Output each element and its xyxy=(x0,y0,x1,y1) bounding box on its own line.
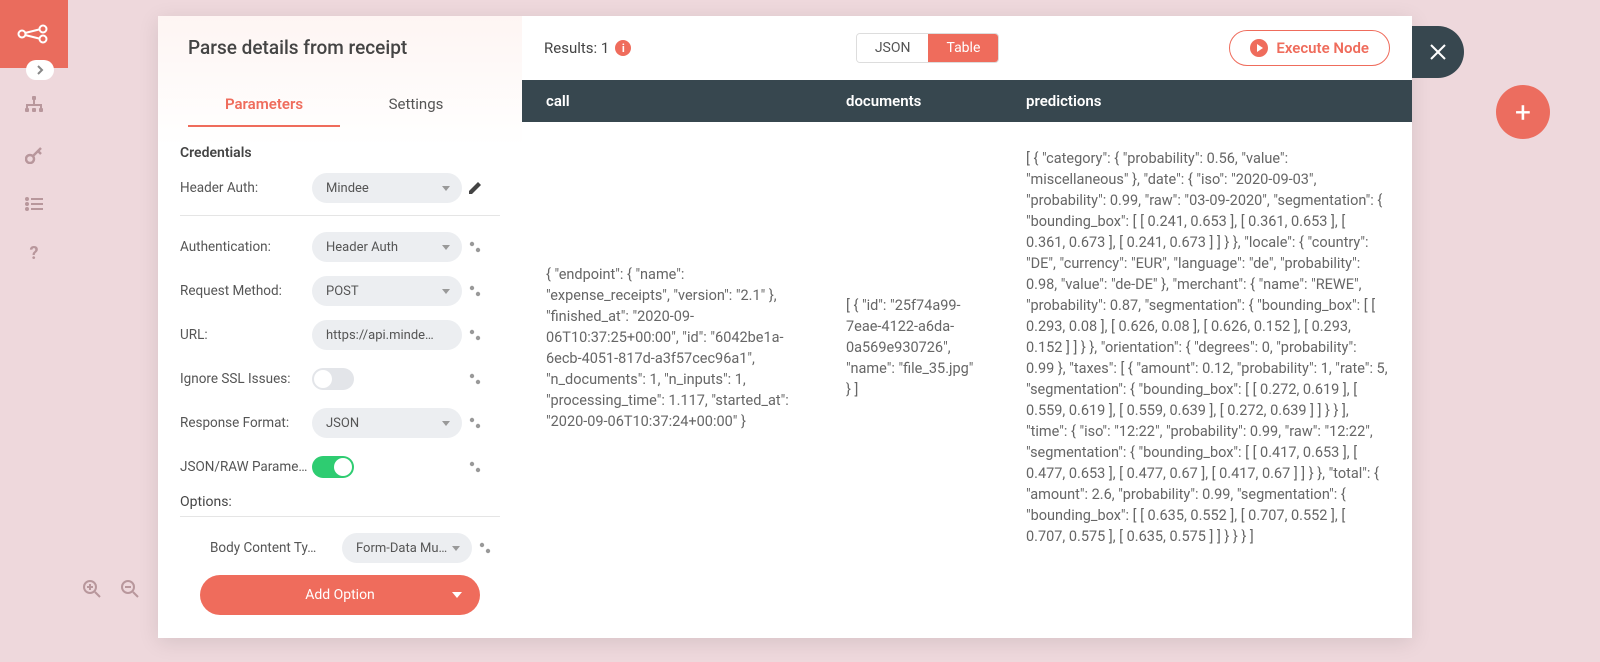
results-panel: Results: 1 i JSON Table Execute Node cal… xyxy=(522,16,1412,638)
authentication-label: Authentication: xyxy=(180,239,312,255)
ignore-ssl-toggle[interactable] xyxy=(312,368,354,390)
add-option-button[interactable]: Add Option xyxy=(200,575,480,615)
col-predictions: predictions xyxy=(1002,92,1412,110)
view-json-button[interactable]: JSON xyxy=(857,34,929,62)
help-icon[interactable]: ? xyxy=(30,243,39,264)
app-logo xyxy=(0,0,68,68)
tab-settings[interactable]: Settings xyxy=(340,83,492,127)
parameters-panel: Parse details from receipt Parameters Se… xyxy=(158,16,522,638)
gear-icon[interactable] xyxy=(468,372,486,386)
key-icon[interactable] xyxy=(25,146,43,168)
view-table-button[interactable]: Table xyxy=(928,34,998,62)
app-sidebar: ? xyxy=(0,0,68,662)
json-raw-label: JSON/RAW Parame… xyxy=(180,459,312,475)
add-node-fab[interactable]: + xyxy=(1496,85,1550,139)
request-method-select[interactable]: POST xyxy=(312,276,462,306)
gear-icon[interactable] xyxy=(468,240,486,254)
workflows-icon[interactable] xyxy=(25,96,43,118)
url-label: URL: xyxy=(180,327,312,343)
response-format-label: Response Format: xyxy=(180,415,312,431)
response-format-select[interactable]: JSON xyxy=(312,408,462,438)
cell-predictions: [ { "category": { "probability": 0.56, "… xyxy=(1002,148,1412,547)
zoom-out-icon[interactable] xyxy=(120,579,140,604)
info-icon[interactable]: i xyxy=(615,40,631,56)
gear-icon[interactable] xyxy=(468,460,486,474)
results-count: Results: 1 i xyxy=(544,39,631,57)
results-table: call documents predictions { "endpoint":… xyxy=(522,80,1412,638)
node-editor-modal: Parse details from receipt Parameters Se… xyxy=(158,16,1412,638)
options-heading: Options: xyxy=(180,494,500,510)
edit-icon[interactable] xyxy=(468,181,486,195)
cell-documents: [ { "id": "25f74a99-7eae-4122-a6da-0a569… xyxy=(822,148,1002,547)
zoom-controls xyxy=(82,579,140,604)
body-content-type-label: Body Content Ty… xyxy=(180,540,342,556)
header-auth-label: Header Auth: xyxy=(180,180,312,196)
play-icon xyxy=(1250,39,1268,57)
sidebar-expand-button[interactable] xyxy=(26,60,54,80)
panel-tabs: Parameters Settings xyxy=(158,83,522,127)
header-auth-select[interactable]: Mindee xyxy=(312,173,462,203)
tab-parameters[interactable]: Parameters xyxy=(188,83,340,127)
credentials-heading: Credentials xyxy=(180,145,500,161)
zoom-in-icon[interactable] xyxy=(82,579,102,604)
body-content-type-select[interactable]: Form-Data Mu… xyxy=(342,533,472,563)
col-call: call xyxy=(522,92,822,110)
node-title: Parse details from receipt xyxy=(158,16,522,69)
request-method-label: Request Method: xyxy=(180,283,312,299)
gear-icon[interactable] xyxy=(478,541,496,555)
col-documents: documents xyxy=(822,92,1002,110)
gear-icon[interactable] xyxy=(468,328,486,342)
cell-call: { "endpoint": { "name": "expense_receipt… xyxy=(522,148,822,547)
json-raw-toggle[interactable] xyxy=(312,456,354,478)
execute-node-button[interactable]: Execute Node xyxy=(1229,30,1390,66)
authentication-select[interactable]: Header Auth xyxy=(312,232,462,262)
close-button[interactable] xyxy=(1412,26,1464,78)
list-icon[interactable] xyxy=(25,196,43,215)
table-row: { "endpoint": { "name": "expense_receipt… xyxy=(522,122,1412,573)
ignore-ssl-label: Ignore SSL Issues: xyxy=(180,371,312,387)
gear-icon[interactable] xyxy=(468,416,486,430)
gear-icon[interactable] xyxy=(468,284,486,298)
view-toggle: JSON Table xyxy=(856,33,1000,63)
url-input[interactable]: https://api.minde… xyxy=(312,320,462,350)
